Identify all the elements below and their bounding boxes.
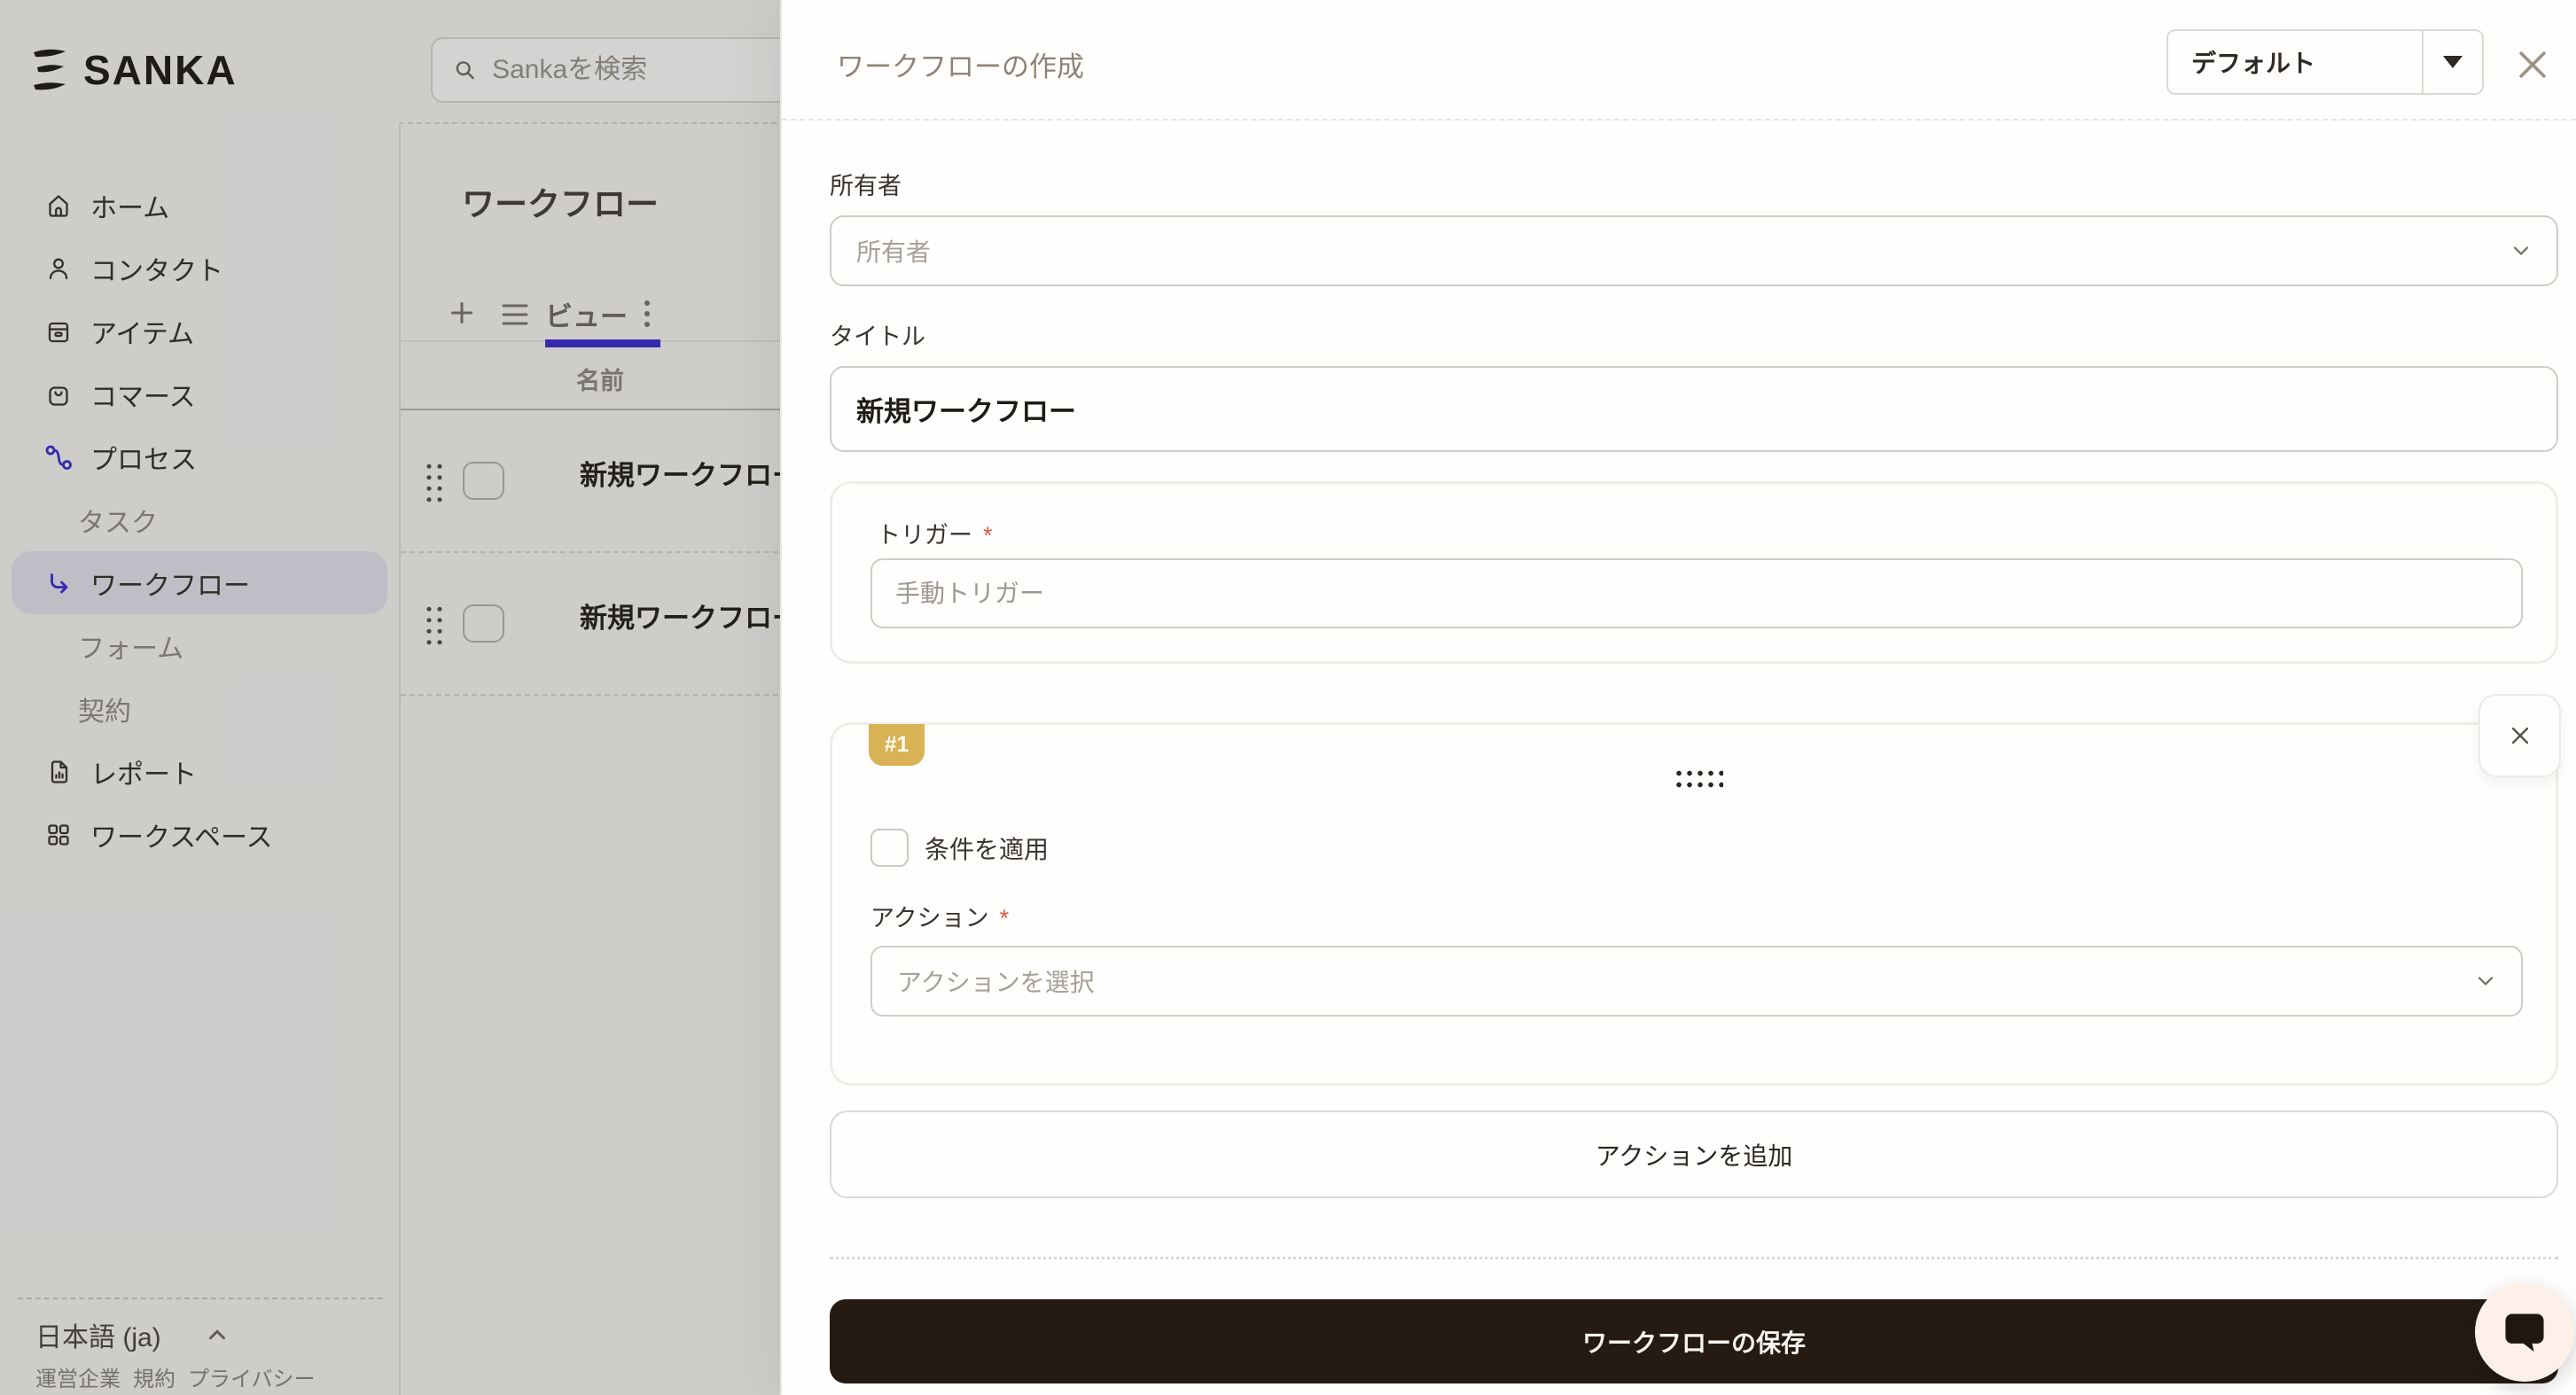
owner-field-label: 所有者 bbox=[830, 173, 902, 199]
owner-select-placeholder: 所有者 bbox=[856, 238, 932, 266]
view-mode-select[interactable]: デフォルト bbox=[2166, 29, 2484, 95]
select-arrow-button[interactable] bbox=[2422, 31, 2482, 93]
workflow-title-input[interactable] bbox=[830, 366, 2558, 452]
action-label-text: アクション bbox=[870, 905, 989, 931]
action-select[interactable]: アクションを選択 bbox=[870, 946, 2523, 1017]
drag-handle-icon[interactable] bbox=[1672, 766, 1723, 790]
chat-widget-button[interactable] bbox=[2475, 1282, 2574, 1382]
chat-icon bbox=[2505, 1313, 2544, 1352]
trigger-card: トリガー * bbox=[830, 481, 2558, 664]
close-icon bbox=[2511, 727, 2528, 744]
add-action-button[interactable]: アクションを追加 bbox=[830, 1111, 2558, 1198]
close-icon bbox=[2519, 51, 2546, 78]
apply-condition-toggle[interactable]: 条件を適用 bbox=[870, 829, 1049, 867]
action-field-label: アクション * bbox=[870, 899, 1009, 933]
action-step-card: #1 条件を適用 アクション * アクションを選択 bbox=[830, 694, 2561, 1086]
condition-label: 条件を適用 bbox=[925, 835, 1050, 863]
create-workflow-drawer: ワークフローの作成 デフォルト 所有者 所有者 タイトル トリガー * bbox=[780, 0, 2576, 1395]
condition-checkbox[interactable] bbox=[870, 829, 909, 867]
drawer-header: ワークフローの作成 デフォルト bbox=[782, 0, 2576, 121]
drawer-title: ワークフローの作成 bbox=[837, 51, 1084, 82]
chevron-down-icon bbox=[2443, 56, 2463, 68]
remove-step-button[interactable] bbox=[2478, 694, 2561, 777]
divider bbox=[830, 1257, 2558, 1259]
owner-select[interactable]: 所有者 bbox=[830, 215, 2558, 286]
trigger-label-text: トリガー bbox=[877, 522, 972, 549]
app-root: SANKA ホーム bbox=[0, 0, 2576, 1395]
chevron-down-icon bbox=[2478, 977, 2494, 986]
step-number-badge: #1 bbox=[869, 724, 925, 766]
view-mode-value: デフォルト bbox=[2191, 50, 2316, 77]
required-asterisk: * bbox=[983, 522, 993, 549]
close-drawer-button[interactable] bbox=[2509, 41, 2556, 89]
action-select-placeholder: アクションを選択 bbox=[897, 969, 1095, 996]
required-asterisk: * bbox=[999, 905, 1010, 931]
title-field-label: タイトル bbox=[830, 323, 925, 350]
trigger-input[interactable] bbox=[870, 558, 2523, 628]
save-workflow-button[interactable]: ワークフローの保存 bbox=[830, 1299, 2558, 1383]
trigger-field-label: トリガー * bbox=[877, 516, 993, 550]
chevron-down-icon bbox=[2513, 246, 2529, 255]
